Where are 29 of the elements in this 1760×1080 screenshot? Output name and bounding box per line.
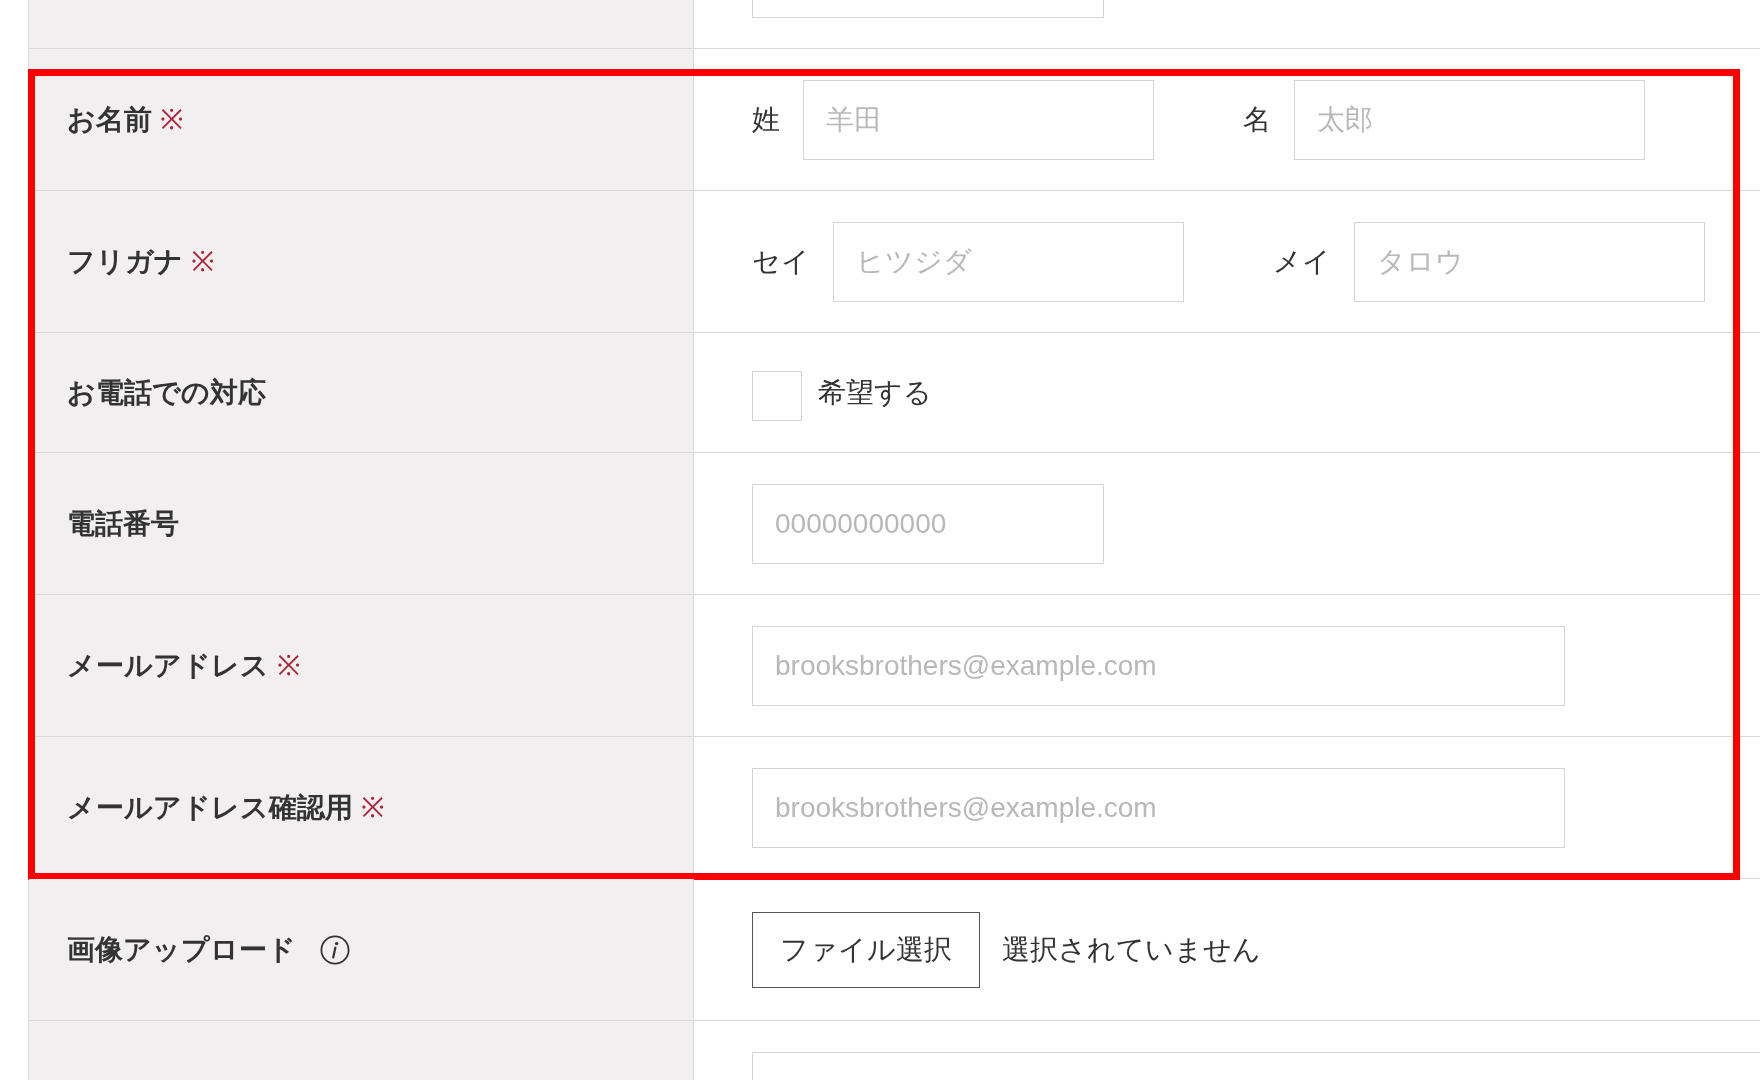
input-field[interactable]: 太郎 [1294,79,1645,160]
field-label: フリガナ [67,244,183,279]
file-status-text: 選択されていません [1002,932,1261,967]
input-field[interactable]: 羊田 [803,79,1154,160]
file-select-button[interactable]: ファイル選択 [752,911,980,988]
field-label: お電話での対応 [67,375,266,410]
field-label: メールアドレス [67,648,269,683]
field-label: 電話番号 [67,506,179,541]
field-label: 名 [1243,102,1271,137]
field-label: 姓 [752,102,780,137]
input-field[interactable]: ヒツジダ [833,221,1184,302]
checkbox-label: 希望する [818,375,932,410]
input-field[interactable]: タロウ [1354,221,1705,302]
input-field[interactable]: brooksbrothers@example.com [752,767,1565,848]
info-icon[interactable] [320,934,350,965]
field-label: セイ [752,244,810,279]
field-label: メイ [1273,244,1331,279]
input-field[interactable]: brooksbrothers@example.com [752,625,1565,706]
input-field[interactable] [752,0,1104,18]
field-label: メールアドレス確認用 [67,790,353,825]
checkbox[interactable] [752,370,802,421]
input-field[interactable] [752,1052,1760,1080]
required-mark: ※ [160,102,183,137]
field-label: 画像アップロード [67,932,296,967]
required-mark: ※ [361,790,384,825]
required-mark: ※ [191,244,214,279]
required-mark: ※ [277,648,300,683]
input-field[interactable]: 00000000000 [752,483,1104,564]
field-label: お名前 [67,102,152,137]
